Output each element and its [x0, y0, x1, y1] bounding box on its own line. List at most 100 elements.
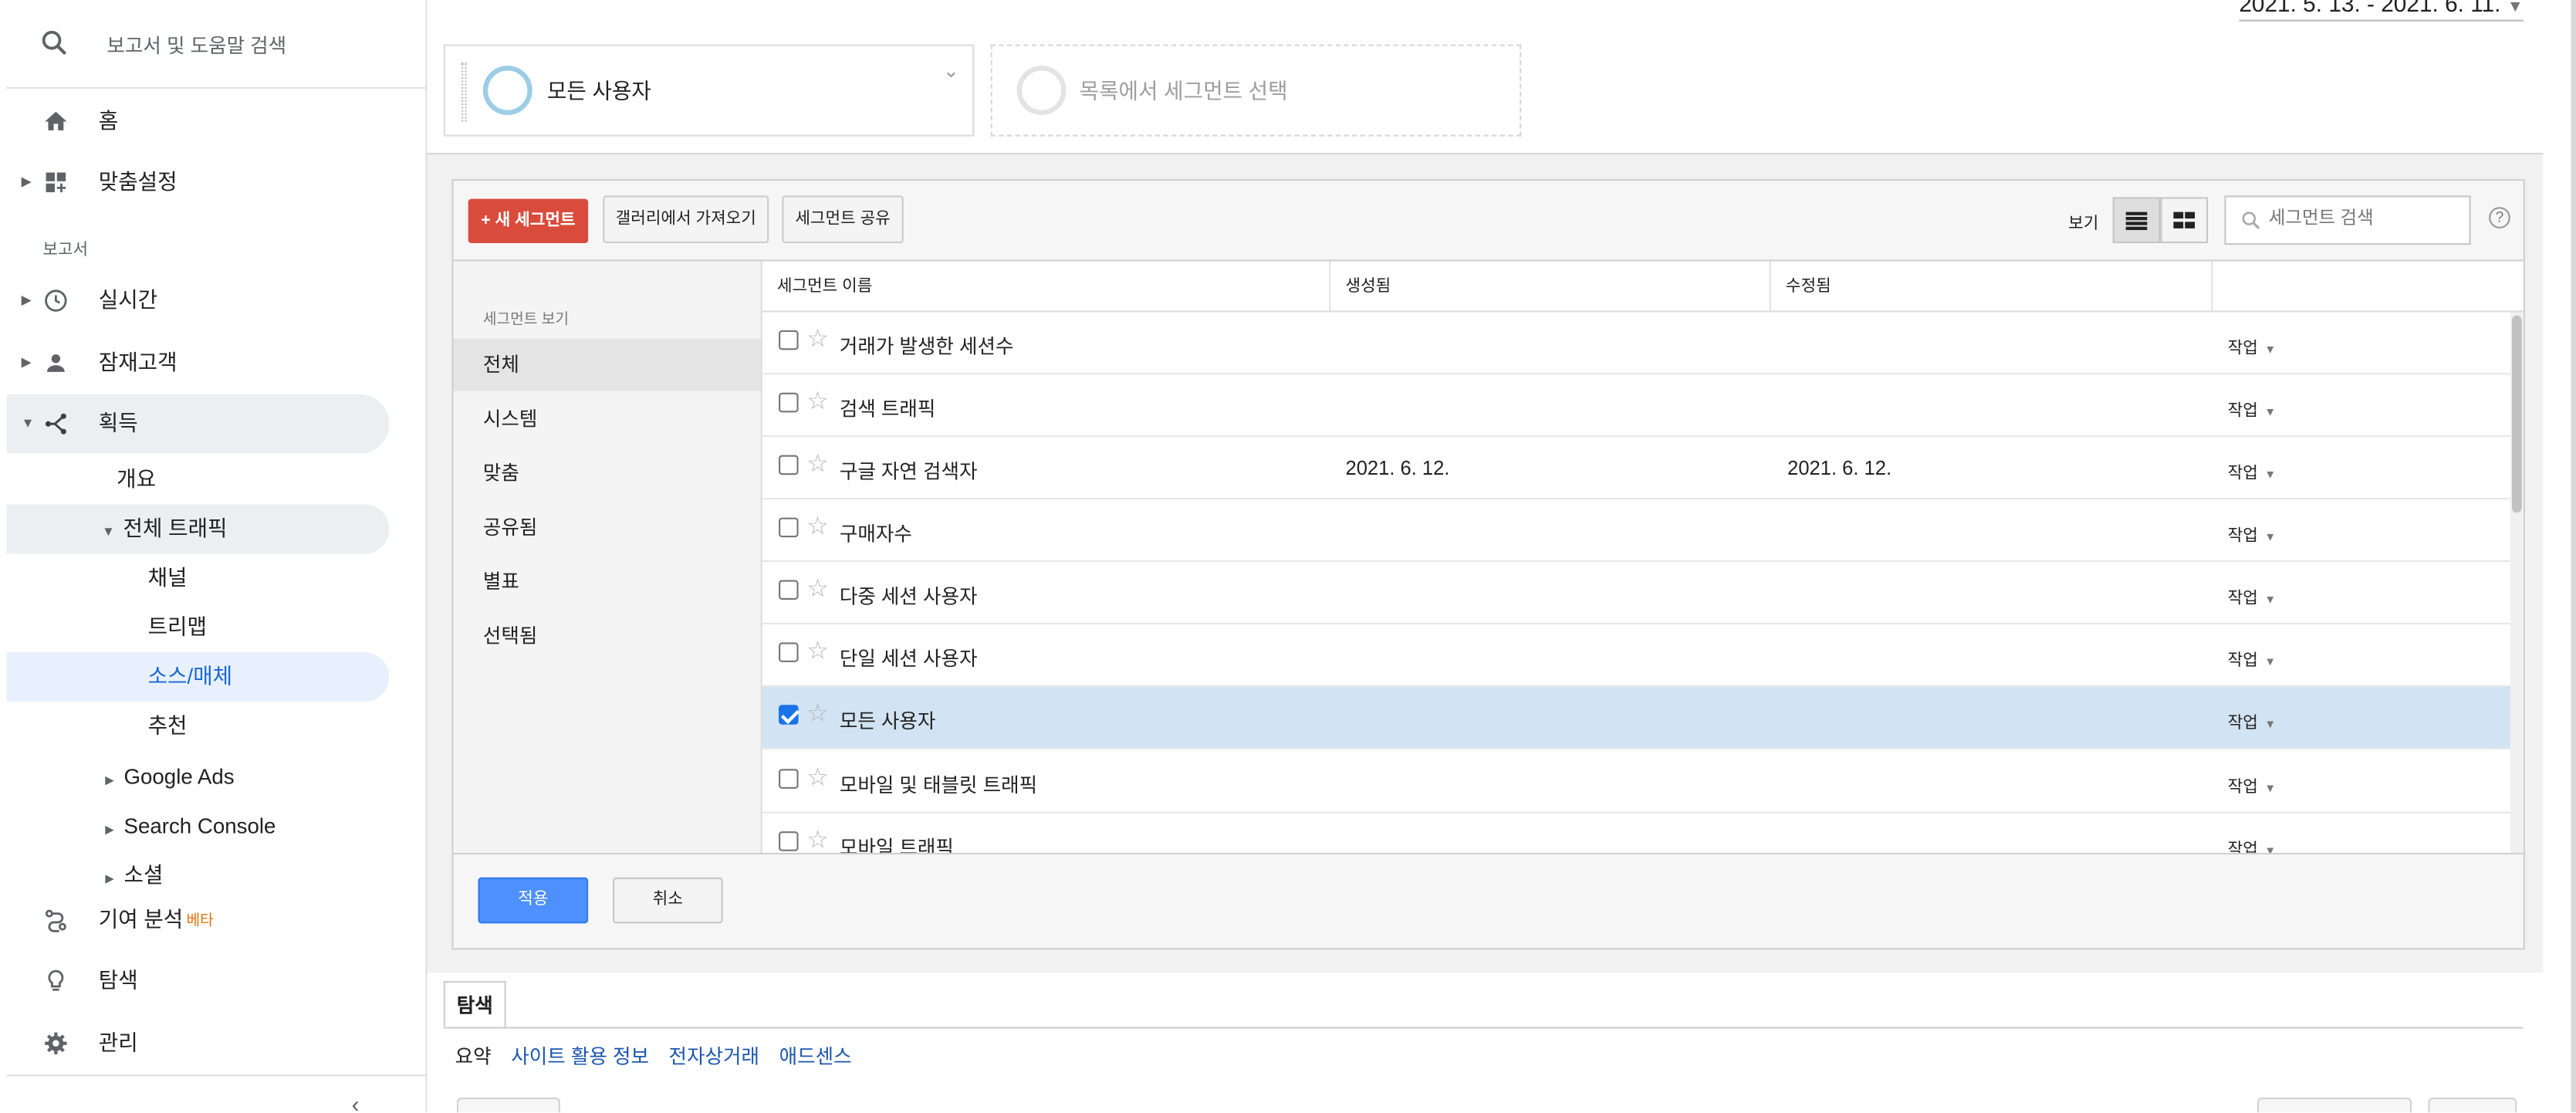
sidebar-item-label: 실시간	[98, 287, 158, 313]
actions-menu[interactable]: 작업 ▼	[2228, 584, 2276, 607]
row-checkbox[interactable]	[779, 517, 799, 538]
sidebar-item-attribution[interactable]: 기여 분석 베타	[6, 890, 390, 950]
date-range-picker[interactable]: 2021. 5. 13. - 2021. 6. 11. ▼	[2239, 0, 2524, 22]
chart-type-control[interactable]	[2428, 1098, 2517, 1113]
chevron-down-icon[interactable]: ⌄	[943, 59, 959, 83]
reports-section-label: 보고서	[42, 241, 89, 260]
import-gallery-button[interactable]: 갤러리에서 가져오기	[603, 195, 769, 244]
sidebar-item-label: 맞춤설정	[98, 169, 177, 195]
sidebar-item-source-medium[interactable]: 소스/매체	[6, 652, 390, 702]
star-icon[interactable]: ☆	[806, 827, 829, 853]
star-icon[interactable]: ☆	[806, 451, 829, 478]
sidebar-search[interactable]: 보고서 및 도움말 검색	[6, 0, 428, 89]
cancel-button[interactable]: 취소	[613, 877, 723, 924]
row-checkbox[interactable]	[779, 831, 799, 851]
drag-handle[interactable]	[461, 62, 467, 122]
grid-view-button[interactable]	[2160, 197, 2209, 244]
sidebar-item-search-console[interactable]: ▶ Search Console	[105, 802, 384, 851]
category-item-starred[interactable]: 별표	[454, 556, 761, 608]
row-checkbox-checked[interactable]	[779, 705, 799, 725]
active-segment-card[interactable]: 모든 사용자 ⌄	[443, 44, 975, 137]
sidebar-item-referrals[interactable]: 추천	[148, 702, 378, 751]
row-checkbox[interactable]	[779, 642, 799, 662]
star-icon[interactable]: ☆	[806, 326, 829, 354]
category-item-custom[interactable]: 맞춤	[454, 447, 761, 499]
actions-menu[interactable]: 작업 ▼	[2228, 709, 2276, 732]
page-scrollbar[interactable]	[2543, 0, 2576, 1113]
sidebar-item-discover[interactable]: 탐색	[7, 952, 390, 1011]
actions-menu[interactable]: 작업 ▼	[2228, 396, 2276, 421]
subtab-adsense[interactable]: 애드센스	[779, 1045, 852, 1068]
sidebar-item-acquisition[interactable]: ▼ 획득	[6, 394, 390, 454]
table-row[interactable]: ☆ 거래가 발생한 세션수 작업 ▼	[762, 312, 2510, 375]
scrollbar-thumb[interactable]	[2511, 315, 2522, 513]
star-icon[interactable]: ☆	[806, 765, 829, 792]
apply-button[interactable]: 적용	[478, 877, 589, 924]
table-row[interactable]: ☆ 모바일 및 태블릿 트래픽 작업 ▼	[762, 750, 2510, 814]
actions-menu[interactable]: 작업 ▼	[2228, 458, 2277, 482]
list-view-button[interactable]	[2112, 197, 2161, 244]
column-header-name[interactable]: 세그먼트 이름	[762, 261, 1331, 313]
actions-menu[interactable]: 작업 ▼	[2228, 333, 2276, 358]
row-checkbox[interactable]	[779, 580, 799, 600]
sidebar-item-all-traffic[interactable]: ▼ 전체 트래픽	[6, 504, 390, 554]
category-item-shared[interactable]: 공유됨	[454, 501, 761, 553]
help-icon[interactable]: ?	[2489, 207, 2510, 228]
actions-menu[interactable]: 작업 ▼	[2228, 521, 2276, 545]
plot-rows-control[interactable]	[456, 1098, 560, 1113]
page-scrollbar-thumb[interactable]	[2571, 0, 2576, 1113]
tab-explore[interactable]: 탐색	[443, 980, 506, 1029]
segment-search-input[interactable]	[2268, 208, 2458, 228]
table-row[interactable]: ☆ 검색 트래픽 작업 ▼	[762, 374, 2510, 438]
table-scrollbar[interactable]	[2510, 312, 2524, 853]
subtab-site-usage[interactable]: 사이트 활용 정보	[511, 1045, 649, 1068]
category-item-selected[interactable]: 선택됨	[454, 610, 761, 662]
sidebar-item-channels[interactable]: 채널	[148, 553, 378, 603]
sidebar-item-overview[interactable]: 개요	[117, 455, 380, 505]
segment-name: 모든 사용자	[839, 709, 936, 733]
star-icon[interactable]: ☆	[806, 388, 829, 416]
column-header-created[interactable]: 생성됨	[1330, 261, 1771, 313]
table-row[interactable]: ☆ 단일 세션 사용자 작업 ▼	[762, 624, 2510, 687]
sidebar-item-google-ads[interactable]: ▶ Google Ads	[105, 753, 384, 802]
table-row[interactable]: ☆ 모바일 트래픽 작업 ▼	[762, 813, 2510, 853]
choose-segment-card[interactable]: 목록에서 세그먼트 선택	[990, 44, 1522, 137]
subtab-ecommerce[interactable]: 전자상거래	[669, 1045, 760, 1068]
table-row[interactable]: ☆ 구매자수 작업 ▼	[762, 499, 2510, 563]
table-row[interactable]: ☆ 다중 세션 사용자 작업 ▼	[762, 562, 2510, 624]
chart-interval-control[interactable]	[2257, 1098, 2412, 1113]
table-row[interactable]: ☆ 구글 자연 검색자 2021. 6. 12. 2021. 6. 12. 작업…	[762, 437, 2510, 500]
star-icon[interactable]: ☆	[806, 513, 829, 540]
sidebar-item-home[interactable]: 홈	[7, 92, 390, 151]
actions-label: 작업	[2227, 652, 2258, 671]
sidebar-item-audience[interactable]: ▶ 잠재고객	[7, 333, 390, 393]
actions-menu[interactable]: 작업 ▼	[2228, 773, 2276, 797]
table-row-selected[interactable]: ☆ 모든 사용자 작업 ▼	[762, 686, 2510, 749]
row-checkbox[interactable]	[779, 455, 799, 475]
created-date: 2021. 6. 12.	[1345, 456, 1450, 480]
column-header-modified[interactable]: 수정됨	[1771, 261, 2213, 313]
star-icon[interactable]: ☆	[806, 701, 829, 728]
row-checkbox[interactable]	[779, 392, 799, 413]
actions-menu[interactable]: 작업 ▼	[2227, 646, 2276, 671]
chevron-down-icon: ▼	[2264, 469, 2277, 482]
category-item-all[interactable]: 전체	[453, 338, 761, 391]
category-item-system[interactable]: 시스템	[454, 393, 761, 445]
new-segment-button[interactable]: + 새 세그먼트	[468, 198, 589, 244]
sidebar-item-realtime[interactable]: ▶ 실시간	[7, 271, 390, 330]
segment-name: 구글 자연 검색자	[839, 460, 978, 483]
star-icon[interactable]: ☆	[806, 638, 829, 665]
sidebar-item-social[interactable]: ▶ 소셜	[105, 851, 384, 888]
sidebar-item-customization[interactable]: ▶ 맞춤설정	[7, 153, 390, 212]
sidebar-item-admin[interactable]: 관리	[7, 1013, 390, 1073]
share-segments-button[interactable]: 세그먼트 공유	[782, 195, 904, 244]
category-heading: 세그먼트 보기	[482, 310, 569, 327]
star-icon[interactable]: ☆	[806, 576, 829, 603]
sidebar-item-treemaps[interactable]: 트리맵	[148, 603, 378, 652]
row-checkbox[interactable]	[779, 330, 799, 350]
actions-menu[interactable]: 작업 ▼	[2228, 834, 2276, 853]
subtab-summary[interactable]: 요약	[455, 1045, 492, 1068]
segment-search-field[interactable]	[2224, 195, 2471, 245]
row-checkbox[interactable]	[779, 769, 799, 789]
collapse-sidebar-icon[interactable]: ‹	[352, 1091, 360, 1113]
